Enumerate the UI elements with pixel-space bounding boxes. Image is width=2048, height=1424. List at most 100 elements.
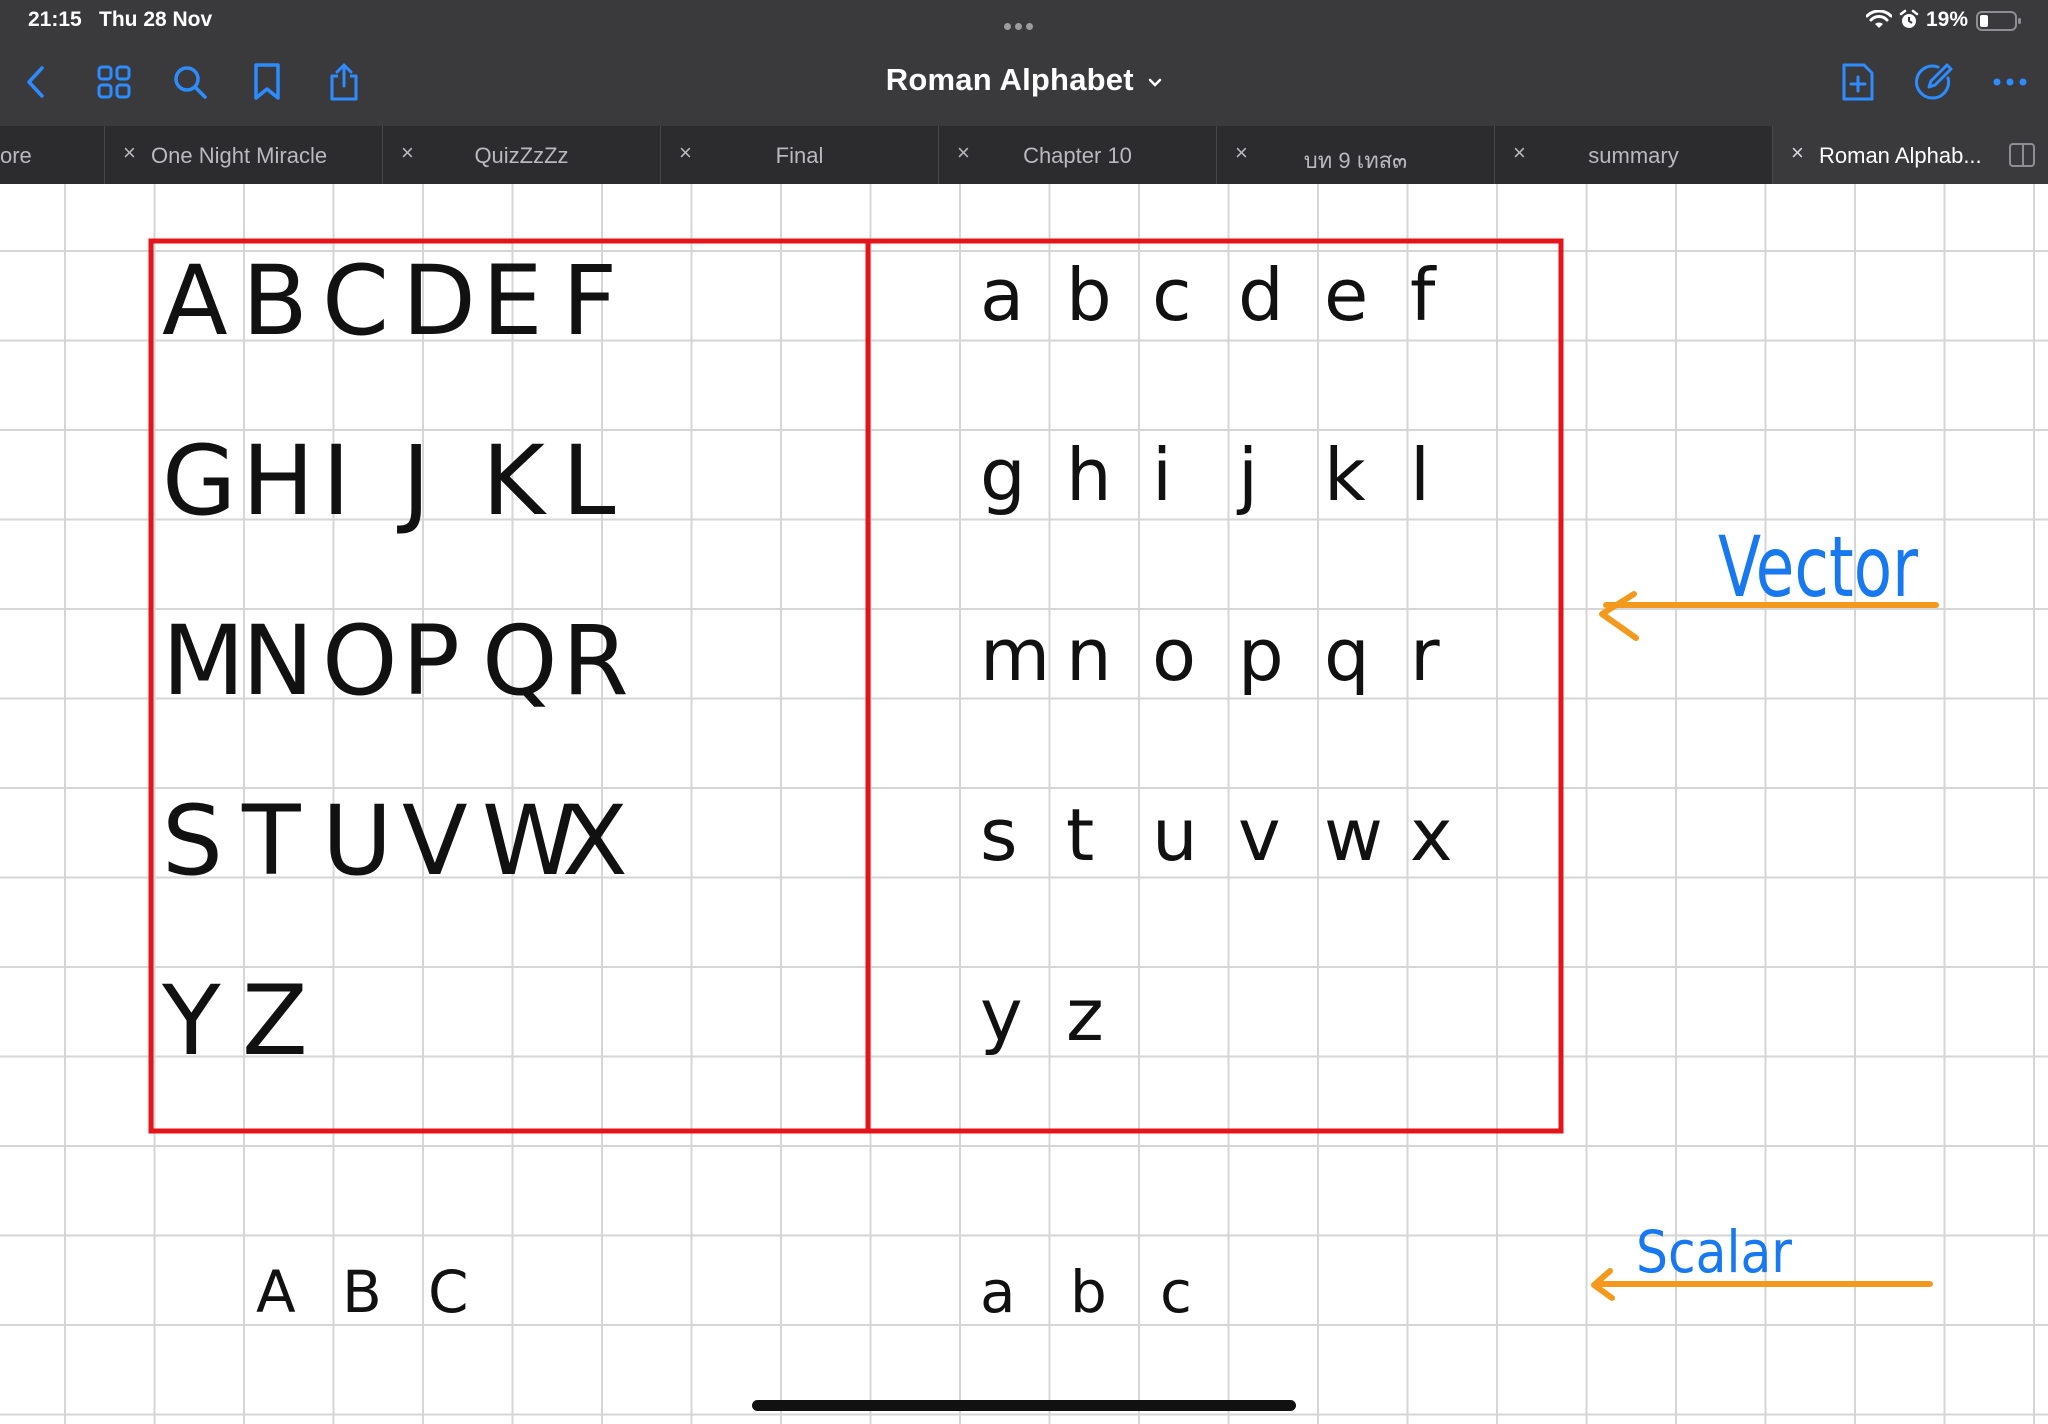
scalar-lowercase-b: b (1070, 1258, 1107, 1326)
multitasking-dots-icon[interactable] (1004, 17, 1044, 30)
lowercase-letter-r: r (1410, 613, 1440, 697)
lowercase-letter-c: c (1152, 253, 1192, 337)
tab-ore[interactable]: ore (0, 126, 104, 184)
tab-chapter-9-test[interactable]: × บท 9 เทส๓ (1216, 126, 1494, 184)
tab-label: One Night Miracle (151, 143, 328, 168)
tab-label: QuizZzZz (474, 143, 569, 168)
uppercase-letter-o: O (322, 605, 398, 717)
uppercase-letter-v: V (402, 785, 468, 897)
tab-final[interactable]: × Final (660, 126, 938, 184)
battery-percentage: 19% (1926, 8, 1969, 31)
status-time: 21:15 (28, 8, 82, 31)
tab-label: Roman Alphab... (1819, 143, 1982, 168)
tab-close-icon[interactable]: × (1791, 140, 1804, 166)
lowercase-letter-v: v (1238, 793, 1281, 877)
lowercase-letters: a b c d e f g h i j k l m n o p q r s t u v w x y z (980, 253, 1453, 1057)
uppercase-letter-n: N (242, 605, 314, 717)
uppercase-letter-y: Y (161, 965, 221, 1077)
edit-button[interactable] (1912, 60, 1956, 104)
uppercase-letter-e: E (482, 245, 543, 357)
status-date: Thu 28 Nov (99, 8, 213, 31)
lowercase-letter-k: k (1324, 433, 1366, 517)
more-button[interactable] (1988, 60, 2032, 104)
lowercase-letter-i: i (1152, 433, 1172, 517)
tab-roman-alphabet[interactable]: × Roman Alphab... (1772, 126, 2048, 184)
lowercase-letter-o: o (1152, 613, 1196, 697)
uppercase-letter-x: X (562, 785, 628, 897)
lowercase-letter-g: g (980, 433, 1026, 517)
tab-label: Final (775, 143, 824, 168)
tab-summary[interactable]: × summary (1494, 126, 1772, 184)
tab-label: ore (0, 143, 32, 168)
new-page-button[interactable] (1836, 60, 1880, 104)
lowercase-letter-d: d (1238, 253, 1284, 337)
uppercase-letter-c: C (322, 245, 389, 357)
scalar-lowercase-c: c (1160, 1258, 1192, 1326)
lowercase-letter-q: q (1324, 613, 1370, 697)
tab-bar: ore × One Night Miracle × QuizZzZz × Fin… (0, 126, 2048, 184)
scalar-lowercase-a: a (980, 1258, 1016, 1326)
scalar-uppercase-c: C (428, 1258, 469, 1326)
uppercase-letters: A B C D E FG H I J K LMN O P Q RS T U V WXY Z (161, 245, 629, 1077)
chevron-down-icon (1148, 78, 1162, 87)
lowercase-letter-m: m (980, 613, 1050, 697)
document-title-menu[interactable]: Roman Alphabet (0, 62, 2048, 98)
lowercase-letter-s: s (980, 793, 1018, 877)
lowercase-letter-l: l (1410, 433, 1430, 517)
uppercase-letter-i: I (322, 425, 350, 537)
uppercase-letter-d: D (402, 245, 476, 357)
new-page-icon (1842, 63, 1874, 101)
lowercase-letter-e: e (1324, 253, 1368, 337)
wifi-icon (1866, 10, 1892, 28)
lowercase-letter-f: f (1410, 253, 1437, 337)
lowercase-letter-x: x (1410, 793, 1453, 877)
lowercase-letter-p: p (1238, 613, 1284, 697)
tab-chapter-10[interactable]: × Chapter 10 (938, 126, 1216, 184)
tab-label: Chapter 10 (1023, 143, 1132, 168)
uppercase-letter-z: Z (242, 965, 308, 1077)
uppercase-letter-u: U (322, 785, 392, 897)
battery-icon (1976, 11, 2021, 31)
lowercase-letter-u: u (1152, 793, 1198, 877)
tab-label: บท 9 เทส๓ (1303, 148, 1408, 173)
lowercase-letter-z: z (1066, 973, 1104, 1057)
split-view-icon[interactable] (2008, 142, 2036, 168)
uppercase-letter-j: J (397, 425, 430, 537)
uppercase-letter-s: S (162, 785, 223, 897)
uppercase-letter-r: R (562, 605, 629, 717)
lowercase-letter-b: b (1066, 253, 1112, 337)
tab-label: summary (1588, 143, 1679, 168)
tab-close-icon[interactable]: × (123, 140, 136, 166)
document-title: Roman Alphabet (885, 62, 1134, 97)
lowercase-letter-t: t (1066, 793, 1094, 877)
tab-quizzzzz[interactable]: × QuizZzZz (382, 126, 660, 184)
handwriting-layer: A B C D E FG H I J K LMN O P Q RS T U V WXY Z a b c d e fg h i j k lm… (148, 238, 1939, 1326)
lowercase-letter-w: w (1324, 793, 1383, 877)
uppercase-letter-k: K (482, 425, 547, 537)
uppercase-letter-a: A (162, 245, 228, 357)
more-icon (1993, 78, 2027, 86)
scalar-letters: ABCabc (256, 1258, 1192, 1326)
vector-label: Vector (1718, 518, 1919, 616)
scalar-uppercase-a: A (256, 1258, 296, 1326)
pencil-edit-icon (1915, 63, 1953, 100)
uppercase-letter-q: Q (482, 605, 558, 717)
uppercase-letter-h: H (242, 425, 314, 537)
scalar-label: Scalar (1636, 1218, 1793, 1286)
lowercase-letter-h: h (1066, 433, 1112, 517)
home-indicator[interactable] (752, 1400, 1296, 1411)
lowercase-letter-y: y (980, 973, 1023, 1057)
uppercase-letter-l: L (562, 425, 615, 537)
uppercase-letter-m: M (162, 605, 245, 717)
uppercase-letter-b: B (242, 245, 308, 357)
uppercase-letter-t: T (241, 785, 301, 897)
scalar-uppercase-b: B (342, 1258, 382, 1326)
uppercase-letter-p: P (402, 605, 460, 717)
tab-one-night-miracle[interactable]: × One Night Miracle (104, 126, 382, 184)
note-page[interactable]: ABCDEFGHIJKLMNOPQRSTUVWXYZ abcdefghijklm… (0, 184, 2048, 1424)
lowercase-letter-a: a (980, 253, 1024, 337)
status-bar: 21:15 Thu 28 Nov 19% (0, 0, 2048, 40)
uppercase-letter-f: F (562, 245, 617, 357)
uppercase-letter-g: G (162, 425, 236, 537)
lowercase-letter-n: n (1066, 613, 1112, 697)
